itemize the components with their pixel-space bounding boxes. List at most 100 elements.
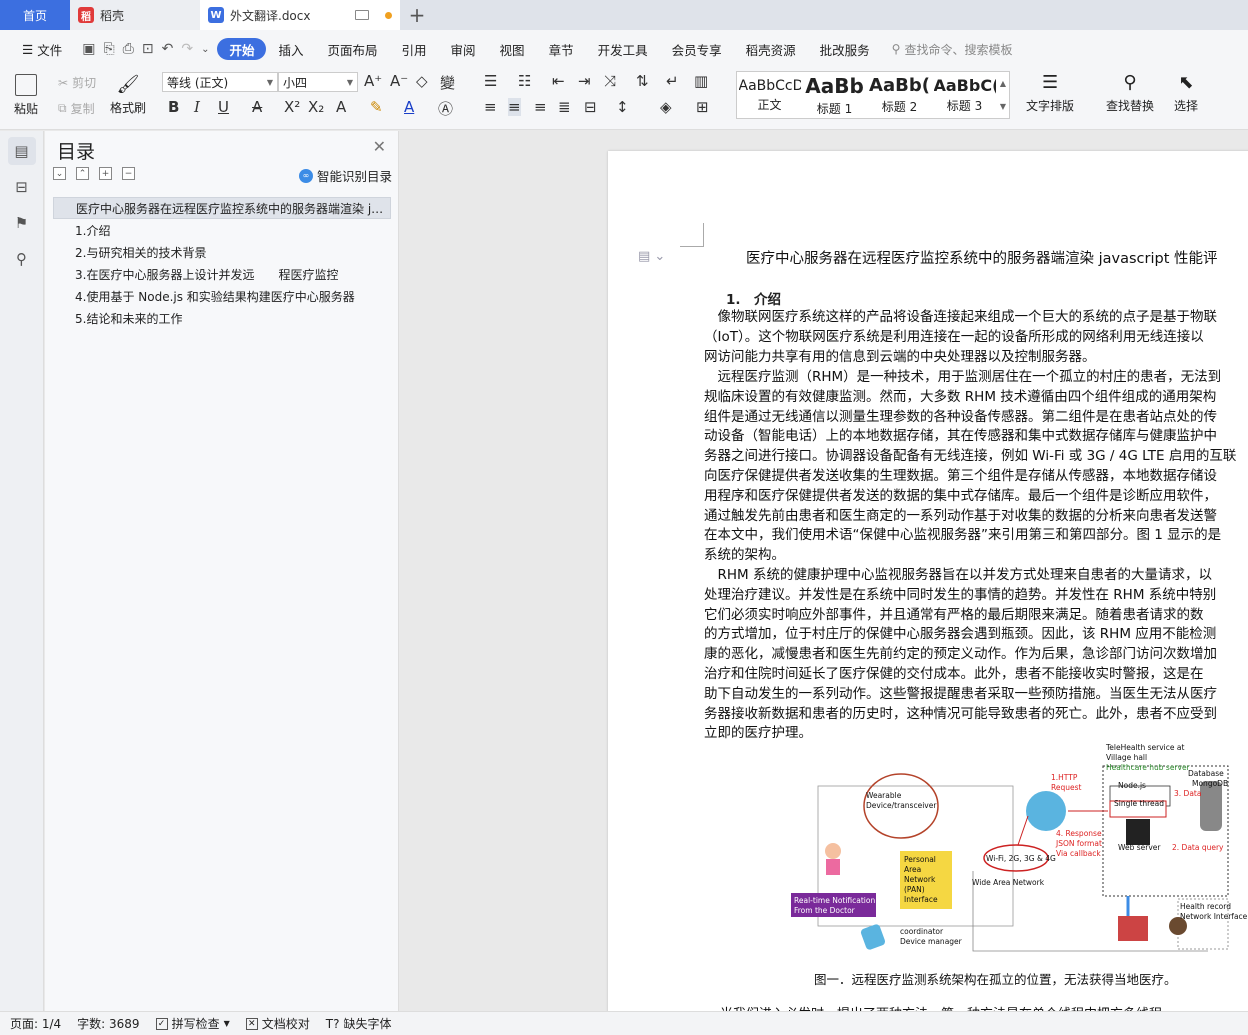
page-count[interactable]: 页面: 1/4 [10, 1015, 61, 1032]
cut-button[interactable]: ✂ 剪切 [58, 74, 96, 91]
fig-data-query: 2. Data query [1172, 843, 1224, 852]
save-icon[interactable]: ▣ [82, 41, 95, 57]
strikethrough-icon[interactable]: A [252, 98, 262, 116]
clear-format-icon[interactable]: ◇ [416, 72, 428, 90]
superscript-icon[interactable]: X² [284, 98, 300, 116]
file-menu[interactable]: ☰ 文件 [10, 38, 74, 60]
borders-icon[interactable]: ⊞ [696, 98, 709, 116]
smart-toc-button[interactable]: ∞ 智能识别目录 [298, 166, 392, 185]
grow-font-icon[interactable]: A⁺ [364, 72, 382, 90]
copy-button[interactable]: ⧉ 复制 [58, 100, 95, 117]
menu-tab-3[interactable]: 引用 [390, 38, 439, 60]
paste-button[interactable]: 粘贴 [14, 74, 38, 117]
menu-tab-7[interactable]: 开发工具 [586, 38, 660, 60]
bold-icon[interactable]: B [168, 98, 179, 116]
numbered-list-icon[interactable]: ☷ [518, 72, 531, 90]
chinese-layout-icon[interactable]: ⤨ [604, 72, 616, 90]
chapter-nav-icon[interactable]: ⊟ [8, 173, 36, 201]
print-preview-icon[interactable]: ⊡ [142, 41, 154, 57]
redo-icon[interactable]: ↷ [181, 41, 193, 57]
toc-nav-icon[interactable]: ▤ [7, 137, 36, 165]
document-page[interactable]: ▤ ⌄ 医疗中心服务器在远程医疗监控系统中的服务器端渲染 javascript … [608, 151, 1248, 1011]
char-border-icon[interactable]: Ⓐ [438, 98, 453, 119]
command-search-placeholder: 查找命令、搜索模板 [904, 42, 1013, 57]
bookmark-icon[interactable]: ⚑ [8, 209, 36, 237]
word-count[interactable]: 字数: 3689 [77, 1015, 139, 1032]
underline-icon[interactable]: U [218, 98, 229, 116]
remove-heading-icon[interactable]: − [122, 167, 135, 180]
distribute-icon[interactable]: ⊟ [584, 98, 597, 116]
subscript-icon[interactable]: X₂ [308, 98, 324, 116]
find-replace-button[interactable]: ⚲ 查找替换 [1106, 72, 1154, 114]
proofread-button[interactable]: ✕ 文档校对 [245, 1015, 310, 1032]
command-search[interactable]: ⚲ 查找命令、搜索模板 [892, 41, 1013, 58]
columns-icon[interactable]: ▥ [694, 72, 708, 90]
undo-icon[interactable]: ↶ [162, 41, 174, 57]
align-right-icon[interactable]: ≡ [534, 98, 547, 116]
select-button[interactable]: ⬉ 选择 [1174, 72, 1198, 114]
print-icon[interactable]: ⎙ [123, 41, 134, 57]
style-heading-3[interactable]: AaBbC(标题 3 [932, 72, 997, 118]
paragraph-menu-icon[interactable]: ▤ ⌄ [638, 249, 665, 264]
toc-item[interactable]: 5.结论和未来的工作 [53, 307, 391, 329]
toc-item-label: 3.在医疗中心服务器上设计并发远 程医疗监控 [75, 267, 339, 282]
menu-tab-8[interactable]: 会员专享 [660, 38, 734, 60]
align-center-icon[interactable]: ≡ [508, 98, 521, 116]
style-gallery-scroller[interactable]: ▲ ▼ [997, 72, 1009, 118]
line-spacing-icon[interactable]: ↕ [616, 98, 629, 116]
more-chevron-icon[interactable]: ⌄ [201, 44, 209, 55]
toc-item[interactable]: 3.在医疗中心服务器上设计并发远 程医疗监控 [53, 263, 391, 285]
decrease-indent-icon[interactable]: ⇤ [552, 72, 565, 90]
style-normal[interactable]: AaBbCcD 正文 [737, 72, 802, 118]
add-heading-icon[interactable]: + [99, 167, 112, 180]
menu-tab-6[interactable]: 章节 [537, 38, 586, 60]
sort-icon[interactable]: ⇅ [636, 72, 649, 90]
style-name: 标题 2 [881, 100, 918, 114]
align-left-icon[interactable]: ≡ [484, 98, 497, 116]
style-heading-1[interactable]: AaBb 标题 1 [802, 72, 867, 118]
phonetic-icon[interactable]: 變 [440, 72, 455, 93]
toc-item[interactable]: 医疗中心服务器在远程医疗监控系统中的服务器端渲染 j… [53, 197, 391, 219]
expand-all-icon[interactable]: ⌃ [76, 167, 89, 180]
italic-icon[interactable]: I [194, 98, 200, 116]
missing-font-button[interactable]: T? 缺失字体 [326, 1015, 392, 1032]
menu-tab-2[interactable]: 页面布局 [316, 38, 390, 60]
style-heading-2[interactable]: AaBb(标题 2 [867, 72, 932, 118]
font-family-select[interactable]: 等线 (正文) ▼ [162, 72, 278, 92]
hamburger-icon: ☰ [22, 41, 34, 57]
fig-hr2: Network Interface [1180, 912, 1248, 921]
menu-tab-4[interactable]: 审阅 [439, 38, 488, 60]
spell-check-button[interactable]: ✓ 拼写检查 ▼ [155, 1015, 230, 1032]
tab-daoke[interactable]: 稻 稻壳 [70, 0, 200, 30]
toc-item[interactable]: 4.使用基于 Node.js 和实验结果构建医疗中心服务器 [53, 285, 391, 307]
tab-home[interactable]: 首页 [0, 0, 70, 30]
font-color-icon[interactable]: A [404, 98, 414, 116]
collapse-all-icon[interactable]: ⌄ [53, 167, 66, 180]
menu-tab-10[interactable]: 批改服务 [808, 38, 882, 60]
menu-tab-5[interactable]: 视图 [488, 38, 537, 60]
menu-tab-9[interactable]: 稻壳资源 [734, 38, 808, 60]
shrink-font-icon[interactable]: A⁻ [390, 72, 408, 90]
tab-document[interactable]: W 外文翻译.docx [200, 0, 400, 30]
justify-icon[interactable]: ≣ [558, 98, 571, 116]
shading-icon[interactable]: ◈ [660, 98, 672, 116]
text-layout-button[interactable]: ☰ 文字排版 [1026, 72, 1074, 114]
menu-tab-1[interactable]: 插入 [266, 38, 315, 60]
format-painter-button[interactable]: 🖌 格式刷 [110, 74, 146, 116]
close-icon[interactable]: ✕ [373, 137, 386, 156]
highlight-icon[interactable]: ✎ [370, 98, 383, 116]
search-nav-icon[interactable]: ⚲ [8, 245, 36, 273]
document-canvas[interactable]: ▤ ⌄ 医疗中心服务器在远程医疗监控系统中的服务器端渲染 javascript … [400, 131, 1248, 1011]
monitor-icon[interactable] [355, 10, 369, 20]
new-tab-button[interactable]: + [400, 0, 434, 30]
text-effect-icon[interactable]: A [336, 98, 346, 116]
menu-tab-0[interactable]: 开始 [217, 38, 267, 60]
bullet-list-icon[interactable]: ☰ [484, 72, 497, 90]
fig-resp1: 4. Response [1056, 829, 1102, 838]
show-marks-icon[interactable]: ↵ [666, 72, 679, 90]
increase-indent-icon[interactable]: ⇥ [578, 72, 591, 90]
export-pdf-icon[interactable]: ⎘ [103, 41, 114, 57]
toc-item[interactable]: 1.介绍 [53, 219, 391, 241]
toc-item[interactable]: 2.与研究相关的技术背景 [53, 241, 391, 263]
font-size-select[interactable]: 小四 ▼ [278, 72, 358, 92]
